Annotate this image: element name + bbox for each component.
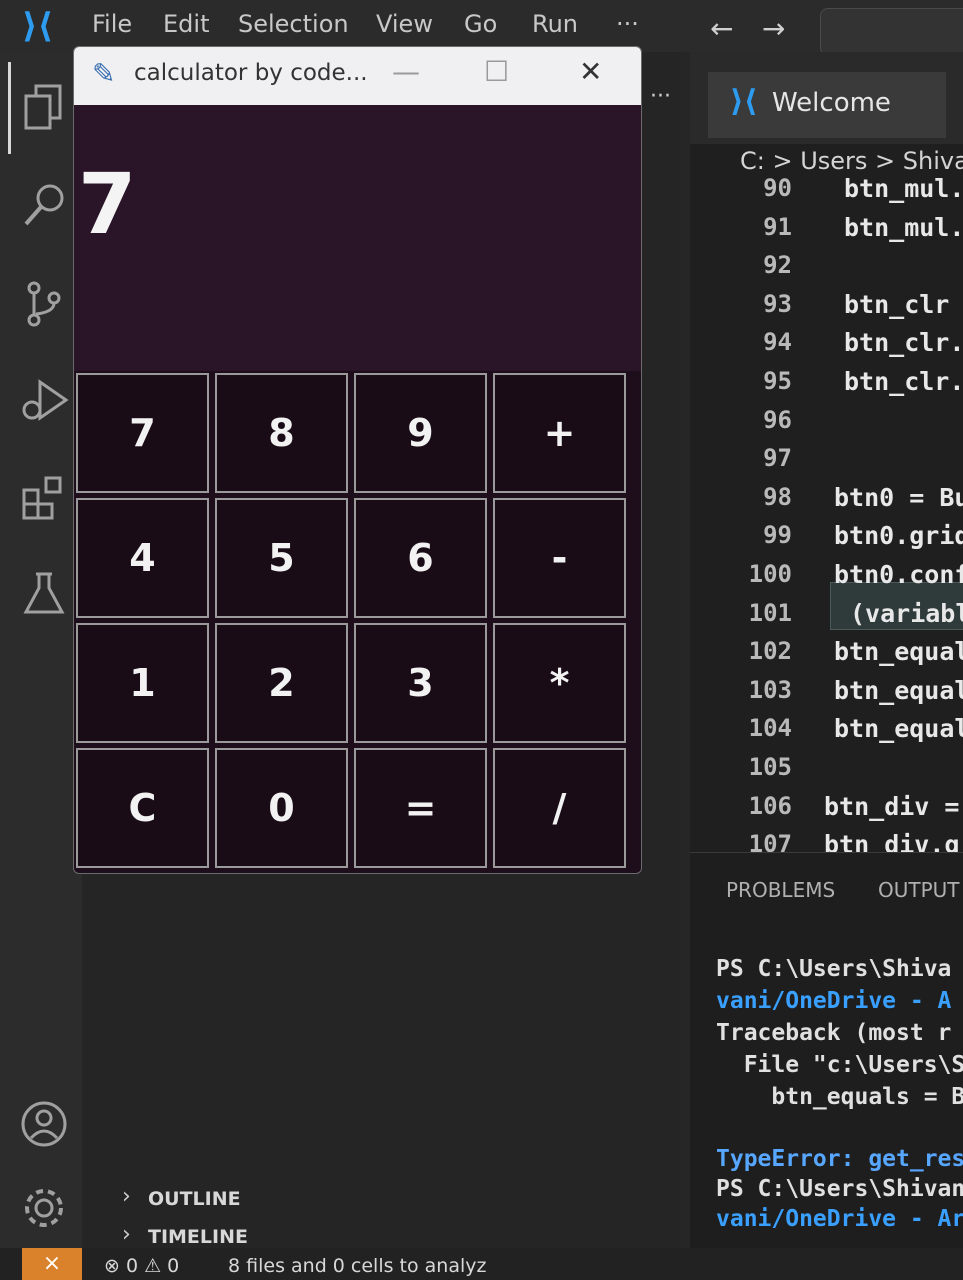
line-number: 94 xyxy=(763,328,792,356)
breadcrumb[interactable]: C: > Users > Shivan xyxy=(740,147,963,175)
chevron-right-icon[interactable]: › xyxy=(122,1222,131,1247)
testing-flask-icon[interactable] xyxy=(18,568,70,620)
code-line[interactable]: btn0 = Bu xyxy=(834,483,963,512)
line-number: 103 xyxy=(748,676,792,704)
line-number: 105 xyxy=(748,753,792,781)
line-number: 101 xyxy=(748,599,792,627)
code-line[interactable]: btn_clr xyxy=(844,290,949,319)
line-number: 99 xyxy=(763,521,792,549)
key-9-button[interactable]: 9 xyxy=(354,373,487,493)
extensions-icon[interactable] xyxy=(18,472,70,524)
line-number: 104 xyxy=(748,714,792,742)
chevron-right-icon[interactable]: › xyxy=(122,1184,131,1209)
code-line[interactable]: btn_equal xyxy=(834,676,963,705)
line-number: 92 xyxy=(763,251,792,279)
explorer-icon[interactable] xyxy=(18,82,70,134)
terminal-line: btn_equals = B xyxy=(716,1084,963,1110)
key-plus-button[interactable]: + xyxy=(493,373,626,493)
feather-app-icon: ✎ xyxy=(92,57,116,90)
menu-run[interactable]: Run xyxy=(532,10,578,38)
vscode-tab-icon: ⟩⟨ xyxy=(730,84,758,119)
menu-edit[interactable]: Edit xyxy=(163,10,209,38)
calculator-title: calculator by code... xyxy=(134,60,368,86)
code-line[interactable]: btn_clr. xyxy=(844,367,963,396)
terminal-line: File "c:\Users\S xyxy=(716,1052,963,1078)
code-line[interactable]: btn_clr. xyxy=(844,328,963,357)
terminal-line: TypeError: get_res xyxy=(716,1146,963,1172)
key-multiply-button[interactable]: * xyxy=(493,623,626,743)
tab-welcome-label: Welcome xyxy=(772,88,891,118)
search-icon[interactable] xyxy=(18,180,70,232)
key-8-button[interactable]: 8 xyxy=(215,373,348,493)
code-line[interactable]: (variabl xyxy=(850,599,963,628)
menu-selection[interactable]: Selection xyxy=(238,10,349,38)
terminal-line: PS C:\Users\Shiva xyxy=(716,956,952,982)
key-1-button[interactable]: 1 xyxy=(76,623,209,743)
maximize-button[interactable]: ☐ xyxy=(484,55,509,88)
settings-gear-icon[interactable] xyxy=(18,1182,70,1234)
timeline-section[interactable]: TIMELINE xyxy=(148,1226,248,1248)
code-line[interactable]: btn_div = xyxy=(824,792,959,821)
menu-more[interactable]: ··· xyxy=(616,10,639,38)
code-line[interactable]: btn_mul. xyxy=(844,213,963,242)
outline-section[interactable]: OUTLINE xyxy=(148,1188,241,1210)
key-7-button[interactable]: 7 xyxy=(76,373,209,493)
key-equals-button[interactable]: = xyxy=(354,748,487,868)
line-number: 91 xyxy=(763,213,792,241)
minimize-button[interactable]: — xyxy=(392,55,420,88)
code-line[interactable]: btn_mul. xyxy=(844,174,963,203)
calculator-display xyxy=(74,105,641,371)
forward-arrow-icon[interactable]: → xyxy=(762,12,785,45)
menu-view[interactable]: View xyxy=(376,10,433,38)
key-2-button[interactable]: 2 xyxy=(215,623,348,743)
code-line[interactable]: btn0.grid xyxy=(834,521,963,550)
line-number: 106 xyxy=(748,792,792,820)
keypad: 7 8 9 +4 5 6- 1 2 3 * C 0 = / xyxy=(74,371,630,871)
analysis-status[interactable]: 8 files and 0 cells to analyz xyxy=(228,1255,487,1277)
line-number: 90 xyxy=(763,174,792,202)
code-line[interactable]: btn0.conf xyxy=(834,560,963,589)
terminal-line: Traceback (most r xyxy=(716,1020,952,1046)
line-number: 95 xyxy=(763,367,792,395)
back-arrow-icon[interactable]: ← xyxy=(710,12,733,45)
tab-output[interactable]: OUTPUT xyxy=(878,878,960,902)
source-control-icon[interactable] xyxy=(18,278,70,330)
line-number: 100 xyxy=(748,560,792,588)
menu-file[interactable]: File xyxy=(92,10,132,38)
line-number: 97 xyxy=(763,444,792,472)
remote-indicator-icon[interactable]: ⨯ xyxy=(22,1248,82,1280)
key-minus-button[interactable]: - xyxy=(493,498,626,618)
code-line[interactable]: btn_equal xyxy=(834,714,963,743)
command-center-search[interactable] xyxy=(820,8,963,56)
key-4-button[interactable]: 4 xyxy=(76,498,209,618)
account-icon[interactable] xyxy=(18,1098,70,1150)
run-debug-icon[interactable] xyxy=(18,376,70,428)
line-number: 98 xyxy=(763,483,792,511)
key-6-button[interactable]: 6 xyxy=(354,498,487,618)
display-value: 7 xyxy=(78,155,137,253)
line-number: 96 xyxy=(763,406,792,434)
key-3-button[interactable]: 3 xyxy=(354,623,487,743)
tab-more-button[interactable]: ··· xyxy=(650,84,671,109)
problems-status[interactable]: ⊗ 0 ⚠ 0 xyxy=(104,1255,179,1277)
key-clear-button[interactable]: C xyxy=(76,748,209,868)
menu-go[interactable]: Go xyxy=(464,10,497,38)
line-number: 102 xyxy=(748,637,792,665)
key-divide-button[interactable]: / xyxy=(493,748,626,868)
line-number: 93 xyxy=(763,290,792,318)
close-button[interactable]: ✕ xyxy=(579,55,602,88)
active-indicator xyxy=(8,62,11,154)
terminal-line: vani/OneDrive - A xyxy=(716,988,952,1014)
key-0-button[interactable]: 0 xyxy=(215,748,348,868)
vscode-logo-icon: ⟩⟨ xyxy=(22,6,54,46)
key-5-button[interactable]: 5 xyxy=(215,498,348,618)
code-line[interactable]: btn_equal xyxy=(834,637,963,666)
calculator-window: ✎ calculator by code... — ☐ ✕ 7 7 8 9 +4 5 6-… xyxy=(73,46,642,874)
tab-problems[interactable]: PROBLEMS xyxy=(726,878,835,902)
terminal-line: vani/OneDrive - Ar xyxy=(716,1206,963,1232)
terminal-line: PS C:\Users\Shivan xyxy=(716,1176,963,1202)
